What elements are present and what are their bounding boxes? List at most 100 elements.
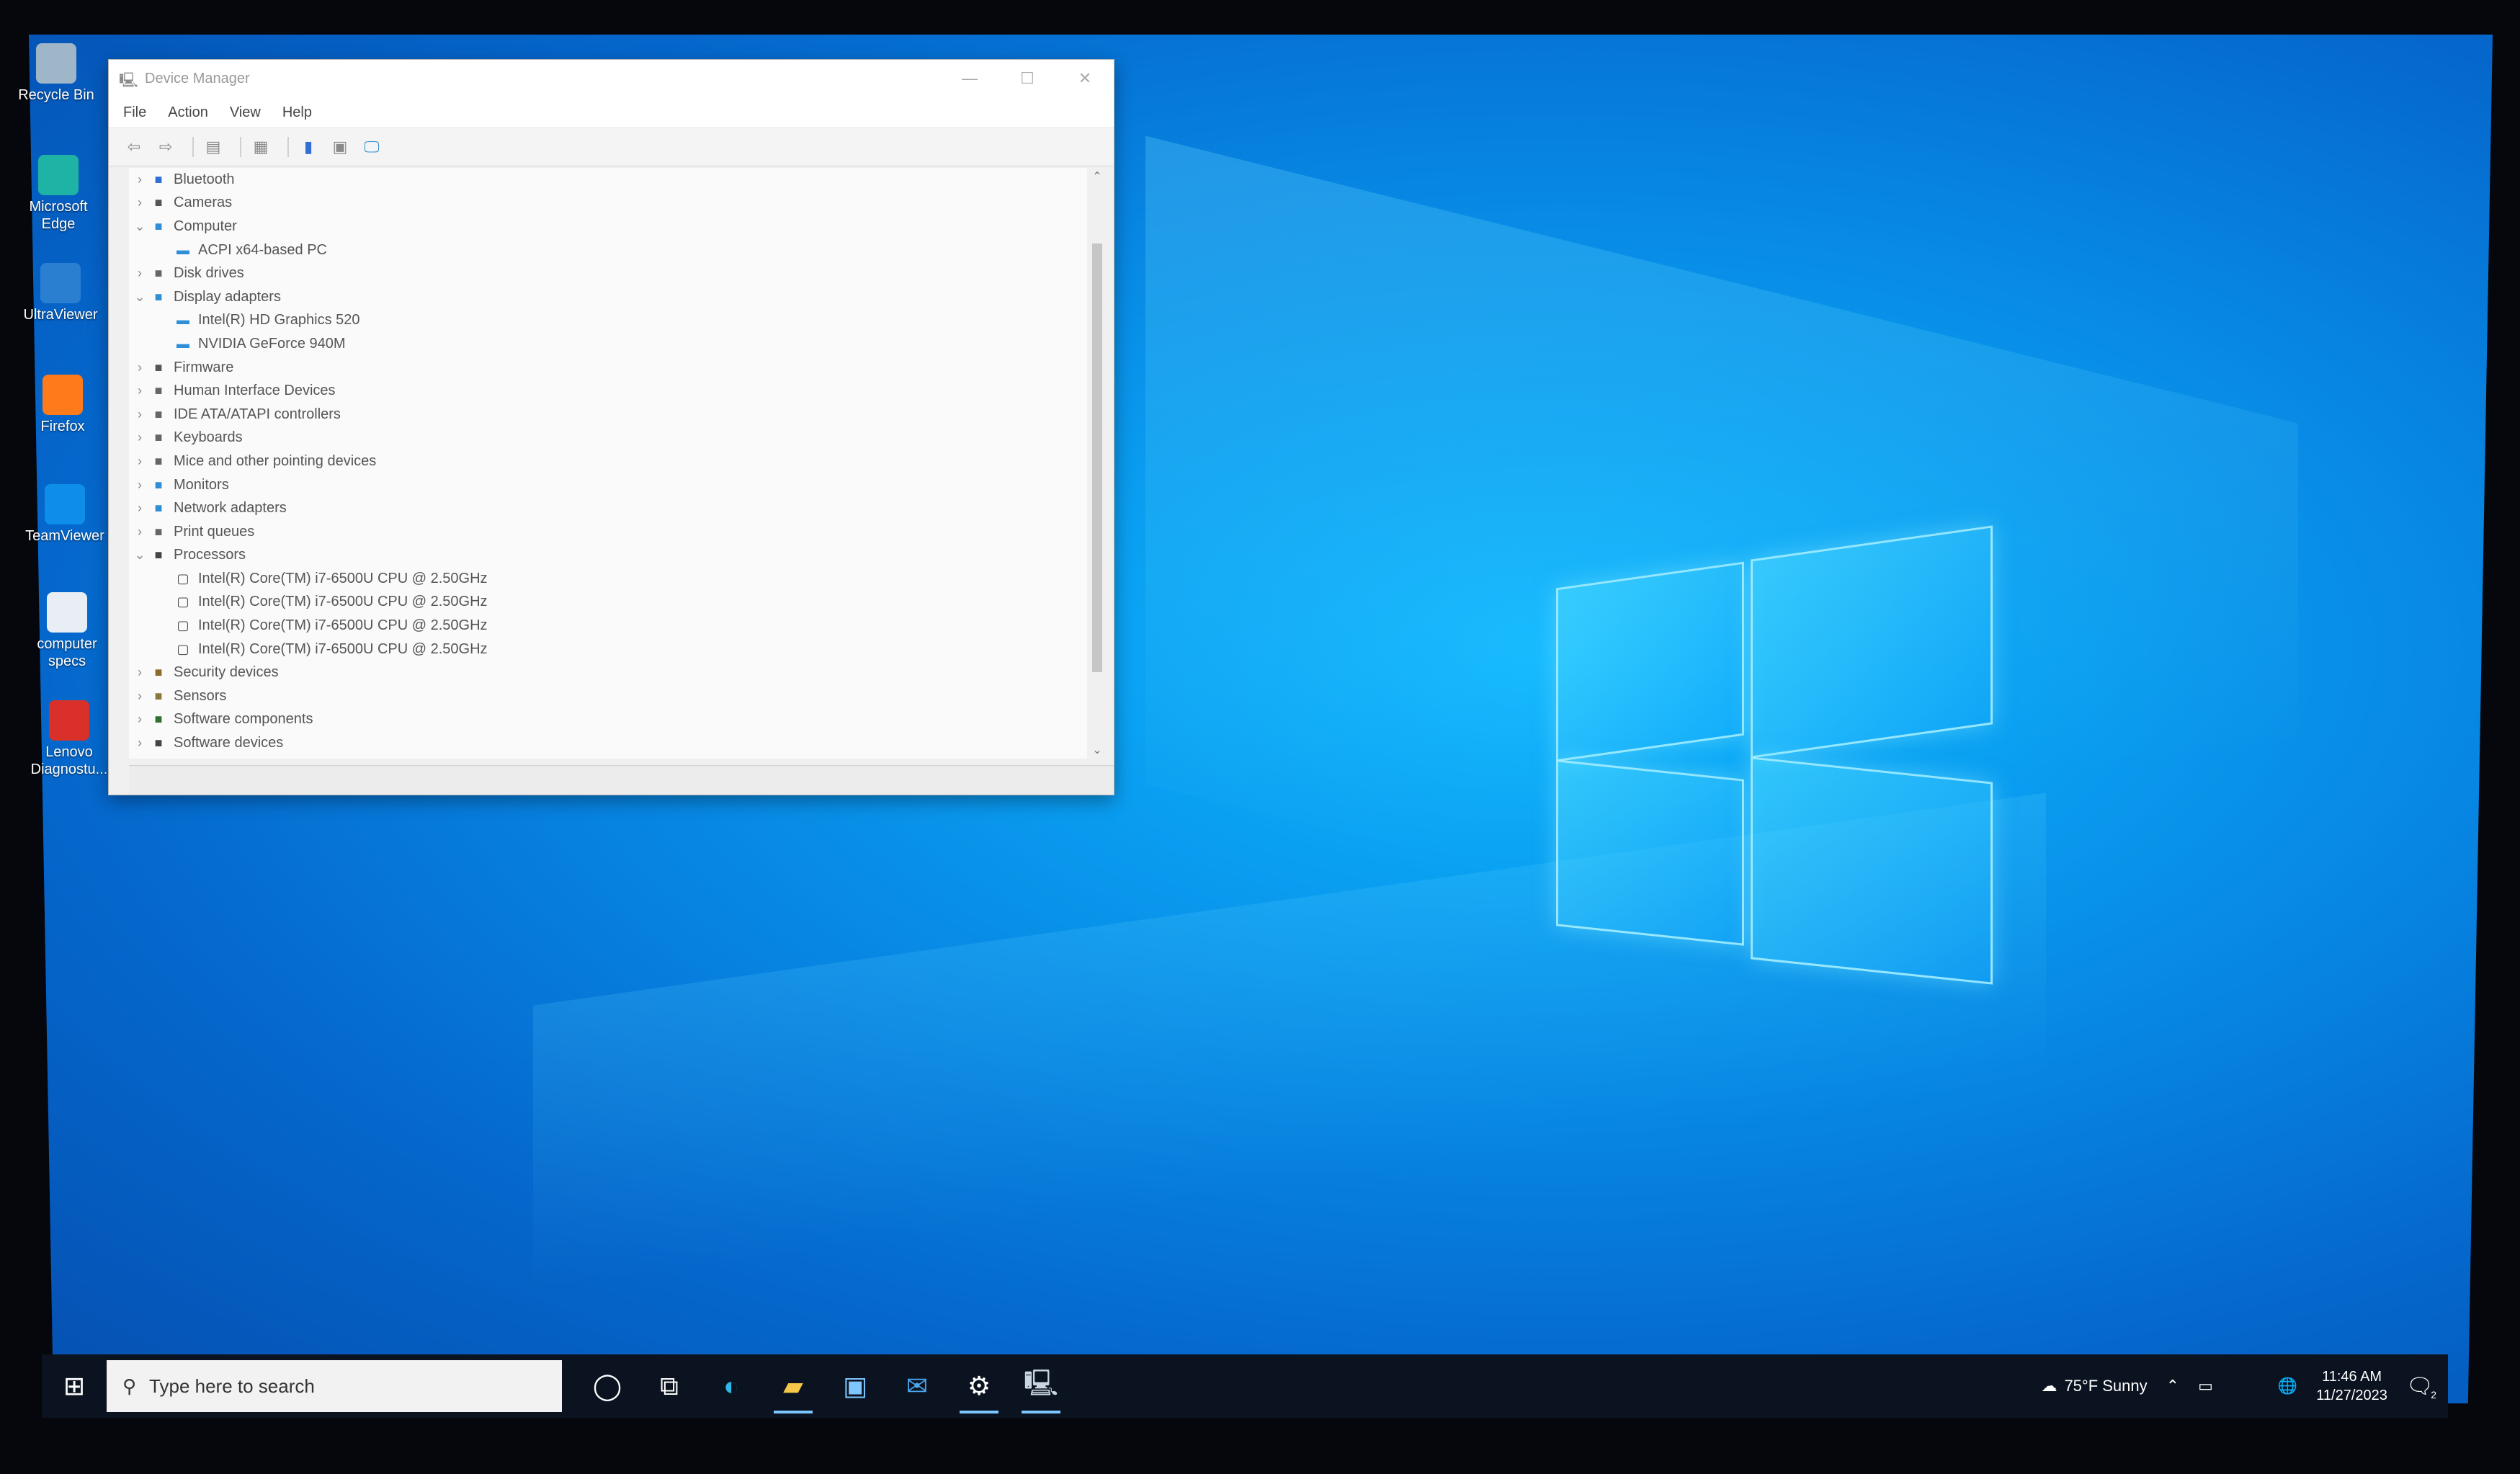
desktop-icon[interactable]: UltraViewer <box>17 263 104 323</box>
tree-category[interactable]: › ■ Bluetooth <box>129 168 1087 192</box>
device-manager-icon[interactable]: 🖳 <box>1010 1354 1072 1418</box>
store-icon[interactable]: ▣ <box>824 1354 886 1418</box>
tree-device[interactable]: ▢ Intel(R) Core(TM) i7-6500U CPU @ 2.50GH… <box>129 614 1087 638</box>
title-bar[interactable]: 🖳 Device Manager — ☐ ✕ <box>109 60 1114 97</box>
chevron-right-icon[interactable]: › <box>129 524 151 540</box>
scroll-up-icon[interactable]: ⌃ <box>1089 169 1105 184</box>
tree-device[interactable]: ▬ NVIDIA GeForce 940M <box>129 332 1087 356</box>
chevron-right-icon[interactable]: › <box>129 478 151 493</box>
tree-category[interactable]: › ■ Network adapters <box>129 496 1087 520</box>
tree-category[interactable]: ⌄ ■ Processors <box>129 544 1087 568</box>
desktop-icon[interactable]: computer specs <box>24 592 110 670</box>
device-tree[interactable]: › ■ Bluetooth › ■ Cameras ⌄ ■ Computer ▬ ACPI x64-… <box>129 168 1087 759</box>
tree-category[interactable]: ›■Sound, video and game controllers <box>129 755 1087 759</box>
forward-arrow-icon[interactable]: ⇨ <box>153 135 178 159</box>
chevron-right-icon[interactable]: › <box>129 501 151 516</box>
task-view-icon[interactable]: ⧉ <box>638 1354 700 1418</box>
tree-category[interactable]: › ■ Print queues <box>129 520 1087 544</box>
tree-category[interactable]: › ■ Mice and other pointing devices <box>129 450 1087 473</box>
tree-device[interactable]: ▢ Intel(R) Core(TM) i7-6500U CPU @ 2.50GH… <box>129 591 1087 615</box>
tree-category-label: Processors <box>174 547 246 563</box>
chevron-right-icon[interactable]: › <box>129 712 151 727</box>
desktop-icon[interactable]: Microsoft Edge <box>15 155 102 233</box>
show-hide-console-tree-icon[interactable]: ▤ <box>201 135 225 159</box>
maximize-button[interactable]: ☐ <box>998 69 1056 88</box>
tree-category[interactable]: › ■ Software components <box>129 708 1087 732</box>
scrollbar-thumb[interactable] <box>1092 244 1102 672</box>
desktop-icon[interactable]: Lenovo Diagnostu... <box>26 700 112 778</box>
battery-icon[interactable]: ▭ <box>2198 1377 2213 1395</box>
edge-icon[interactable]: ◐ <box>700 1354 762 1418</box>
taskbar-search-box[interactable]: ⚲ Type here to search <box>107 1360 562 1412</box>
keyboard-icon: ■ <box>154 430 163 445</box>
tree-category-label: IDE ATA/ATAPI controllers <box>174 406 341 422</box>
desktop-icon[interactable]: Firefox <box>19 375 106 435</box>
help-icon[interactable]: ▮ <box>296 135 321 159</box>
notification-center-icon[interactable]: 🗨 2 <box>2406 1374 2436 1401</box>
chevron-right-icon[interactable]: › <box>129 360 151 375</box>
device-manager-window[interactable]: 🖳 Device Manager — ☐ ✕ File Action View … <box>108 59 1114 795</box>
tree-category[interactable]: › ■ Sensors <box>129 684 1087 708</box>
network-globe-icon[interactable]: 🌐 <box>2278 1377 2297 1395</box>
chevron-down-icon[interactable]: ⌄ <box>129 219 151 234</box>
chevron-right-icon[interactable]: › <box>129 689 151 704</box>
chevron-right-icon[interactable]: › <box>129 736 151 751</box>
tree-category-label: Human Interface Devices <box>174 383 336 399</box>
tree-device[interactable]: ▬ ACPI x64-based PC <box>129 238 1087 262</box>
tree-category[interactable]: ⌄ ■ Display adapters <box>129 285 1087 309</box>
close-button[interactable]: ✕ <box>1056 69 1114 88</box>
tree-category[interactable]: › ■ Human Interface Devices <box>129 379 1087 403</box>
firefox-icon <box>43 375 83 415</box>
tree-scrollbar[interactable]: ⌃ ⌄ <box>1089 168 1105 759</box>
cortana-icon[interactable]: ◯ <box>576 1354 638 1418</box>
desktop-icon[interactable]: TeamViewer <box>22 484 108 545</box>
chevron-right-icon[interactable]: › <box>129 195 151 210</box>
tree-category[interactable]: › ■ IDE ATA/ATAPI controllers <box>129 403 1087 426</box>
tree-category[interactable]: › ■ Security devices <box>129 661 1087 684</box>
display-adapter-icon: ▬ <box>177 336 189 351</box>
tree-device-label: Intel(R) Core(TM) i7-6500U CPU @ 2.50GHz <box>198 570 488 586</box>
scroll-down-icon[interactable]: ⌄ <box>1089 743 1105 757</box>
chevron-right-icon[interactable]: › <box>129 665 151 680</box>
computer-icon: ■ <box>154 218 163 233</box>
window-title: Device Manager <box>145 70 250 86</box>
clock[interactable]: 11:46 AM 11/27/2023 <box>2316 1367 2387 1405</box>
chevron-right-icon[interactable]: › <box>129 383 151 398</box>
file-explorer-icon[interactable]: ▰ <box>762 1354 824 1418</box>
menu-file[interactable]: File <box>123 104 146 121</box>
tree-category[interactable]: › ■ Keyboards <box>129 426 1087 450</box>
tree-category-label: Security devices <box>174 664 279 681</box>
tree-category[interactable]: › ■ Disk drives <box>129 262 1087 285</box>
chevron-down-icon[interactable]: ⌄ <box>129 290 151 305</box>
tree-device[interactable]: ▢ Intel(R) Core(TM) i7-6500U CPU @ 2.50GH… <box>129 567 1087 591</box>
chevron-right-icon[interactable]: › <box>129 407 151 422</box>
back-arrow-icon[interactable]: ⇦ <box>122 135 146 159</box>
tree-device[interactable]: ▬ Intel(R) HD Graphics 520 <box>129 309 1087 333</box>
clock-date: 11/27/2023 <box>2316 1388 2387 1403</box>
tree-category[interactable]: › ■ Cameras <box>129 192 1087 215</box>
tree-category[interactable]: › ■ Monitors <box>129 473 1087 497</box>
chevron-right-icon[interactable]: › <box>129 266 151 281</box>
minimize-button[interactable]: — <box>941 69 998 88</box>
tree-category[interactable]: › ■ Firmware <box>129 356 1087 380</box>
chevron-right-icon[interactable]: › <box>129 430 151 445</box>
tree-device[interactable]: ▢ Intel(R) Core(TM) i7-6500U CPU @ 2.50GH… <box>129 638 1087 661</box>
chevron-down-icon[interactable]: ⌄ <box>129 548 151 563</box>
scan-hardware-icon[interactable]: 🖵 <box>359 135 384 159</box>
properties-icon[interactable]: ▦ <box>249 135 273 159</box>
chevron-right-icon[interactable]: › <box>129 454 151 469</box>
tree-device-label: NVIDIA GeForce 940M <box>198 335 346 352</box>
view-icon[interactable]: ▣ <box>328 135 352 159</box>
start-button[interactable]: ⊞ <box>42 1354 107 1418</box>
mail-icon[interactable]: ✉ <box>886 1354 948 1418</box>
show-hidden-icons-chevron-icon[interactable]: ⌃ <box>2166 1377 2179 1395</box>
tree-category[interactable]: › ■ Software devices <box>129 731 1087 755</box>
tree-category[interactable]: ⌄ ■ Computer <box>129 215 1087 238</box>
menu-action[interactable]: Action <box>168 104 208 121</box>
chevron-right-icon[interactable]: › <box>129 172 151 187</box>
menu-help[interactable]: Help <box>282 104 312 121</box>
weather-widget[interactable]: ☁ 75°F Sunny <box>2041 1377 2147 1395</box>
desktop-icon[interactable]: Recycle Bin <box>13 43 99 104</box>
settings-icon[interactable]: ⚙ <box>948 1354 1010 1418</box>
menu-view[interactable]: View <box>230 104 261 121</box>
